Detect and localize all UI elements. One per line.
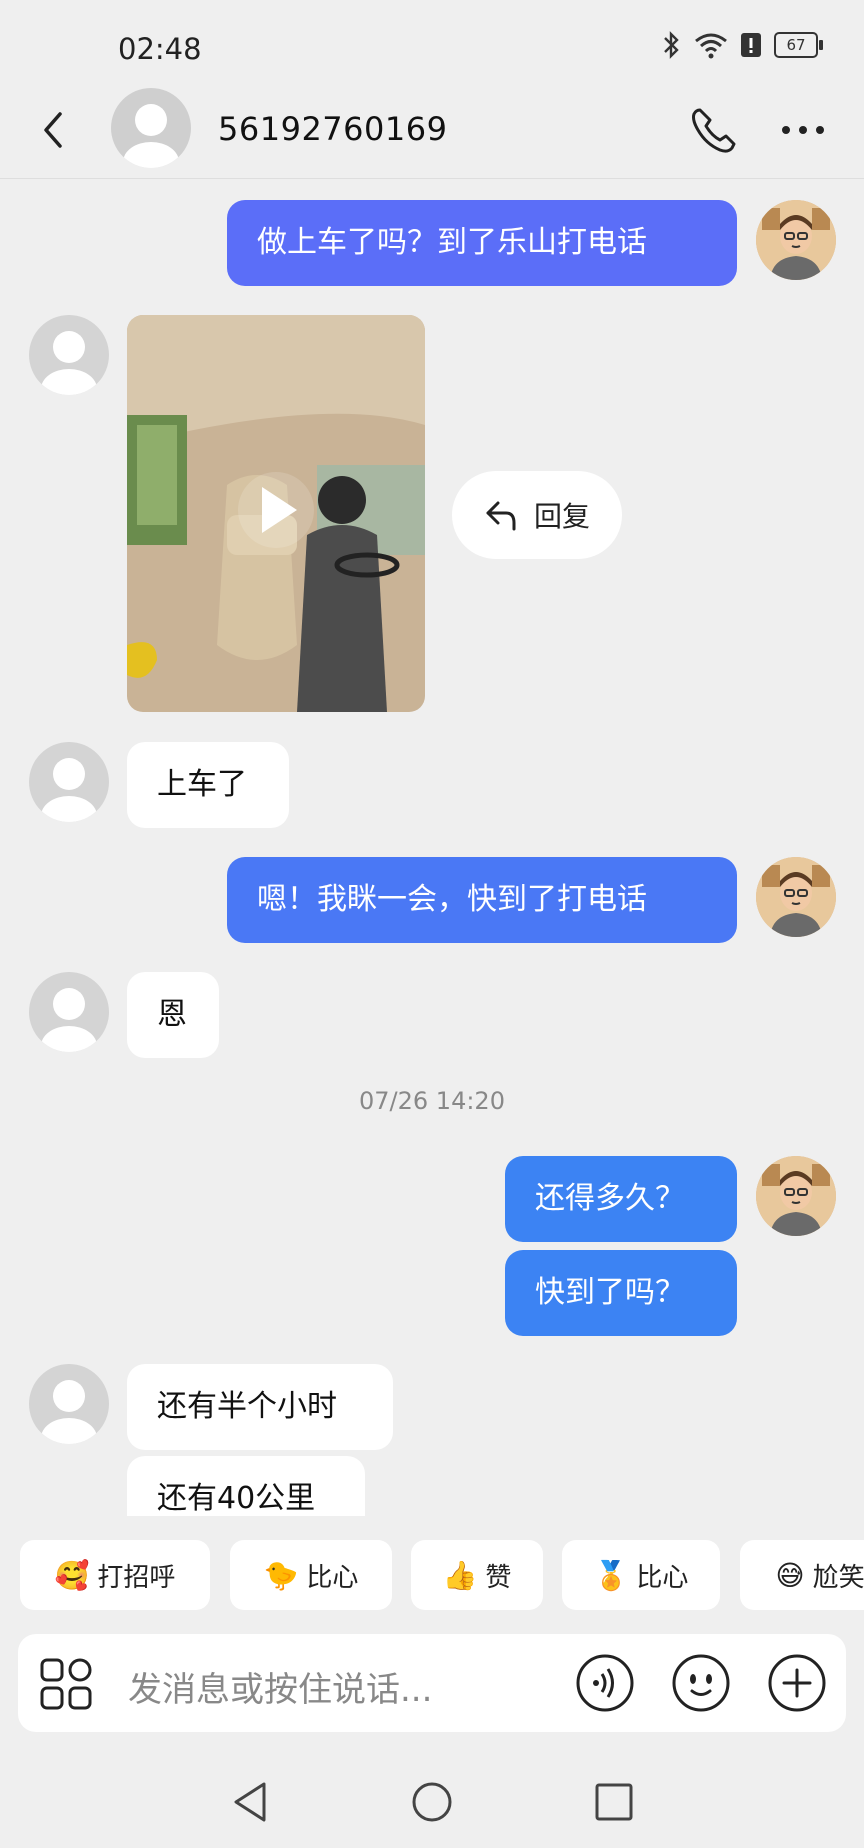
medal-icon: 🏅 [593, 1558, 629, 1592]
message-bubble-outgoing[interactable]: 还得多久？ [505, 1156, 737, 1242]
quick-reply-chip[interactable]: 😅 尬笑 [740, 1540, 864, 1610]
chip-label: 比心 [636, 1562, 689, 1593]
apps-button[interactable] [38, 1656, 94, 1712]
hug-emoji-icon: 🥰 [54, 1558, 90, 1592]
chat-header: 56192760169 [0, 82, 864, 178]
wifi-icon [695, 33, 727, 59]
nav-back-button[interactable] [222, 1772, 282, 1832]
contact-avatar-message[interactable] [29, 972, 109, 1052]
awkward-smile-icon: 😅 [775, 1558, 805, 1592]
chip-label: 赞 [485, 1562, 512, 1593]
chat-timestamp: 07/26 14:20 [359, 1087, 505, 1115]
header-divider [0, 178, 864, 179]
circle-home-icon [412, 1782, 452, 1822]
message-bubble-incoming[interactable]: 还有半个小时 [127, 1364, 393, 1450]
cartoon-avatar-icon [756, 200, 836, 280]
message-bubble-outgoing[interactable]: 快到了吗？ [505, 1250, 737, 1336]
my-avatar[interactable] [756, 200, 836, 280]
quick-reply-chip[interactable]: 🐤 比心 [230, 1540, 392, 1610]
alert-icon [741, 33, 761, 57]
cartoon-avatar-icon [756, 1156, 836, 1236]
bluetooth-icon [664, 31, 679, 59]
battery-icon: 67 [774, 32, 823, 58]
person-icon [41, 758, 97, 822]
quick-reply-chip[interactable]: 🥰 打招呼 [20, 1540, 210, 1610]
my-avatar[interactable] [756, 857, 836, 937]
quick-reply-chip[interactable]: 👍 赞 [411, 1540, 543, 1610]
person-icon [41, 988, 97, 1052]
person-icon [123, 104, 179, 168]
message-clip: 还有40公里 [0, 1456, 864, 1516]
apps-grid-icon [40, 1658, 92, 1710]
emoji-button[interactable] [670, 1652, 732, 1714]
plus-circle-icon [768, 1654, 826, 1712]
contact-avatar-message[interactable] [29, 742, 109, 822]
voice-wave-icon [576, 1654, 634, 1712]
more-button[interactable] [772, 102, 834, 158]
message-input[interactable]: 发消息或按住说话... [128, 1662, 432, 1711]
video-message[interactable] [127, 315, 425, 712]
system-nav-bar [0, 1760, 864, 1848]
contact-name: 56192760169 [218, 110, 448, 148]
message-bubble-incoming[interactable]: 恩 [127, 972, 219, 1058]
message-input-bar: 发消息或按住说话... [18, 1634, 846, 1732]
quick-reply-bar: 🥰 打招呼 🐤 比心 👍 赞 🏅 比心 😅 尬笑 [0, 1540, 864, 1612]
contact-avatar-message[interactable] [29, 315, 109, 395]
square-recents-icon [595, 1783, 633, 1821]
chip-label: 尬笑 [812, 1562, 864, 1593]
call-button[interactable] [684, 102, 744, 158]
plus-button[interactable] [766, 1652, 828, 1714]
thumbs-up-icon: 👍 [442, 1558, 478, 1592]
status-time: 02:48 [118, 32, 202, 66]
back-button[interactable] [30, 102, 78, 158]
contact-avatar[interactable] [111, 88, 191, 168]
message-bubble-outgoing[interactable]: 嗯！我眯一会，快到了打电话 [227, 857, 737, 943]
chevron-left-icon [44, 112, 62, 148]
person-icon [41, 331, 97, 395]
triangle-back-icon [234, 1782, 266, 1822]
cartoon-avatar-icon [756, 857, 836, 937]
reply-label: 回复 [533, 500, 590, 533]
status-icons: 67 [662, 30, 823, 60]
phone-icon [692, 108, 736, 153]
smiley-icon [672, 1654, 730, 1712]
person-icon [41, 1380, 97, 1444]
voice-button[interactable] [574, 1652, 636, 1714]
message-bubble-incoming[interactable]: 上车了 [127, 742, 289, 828]
contact-avatar-message[interactable] [29, 1364, 109, 1444]
message-bubble-outgoing[interactable]: 做上车了吗？到了乐山打电话 [227, 200, 737, 286]
video-thumbnail [127, 315, 425, 712]
message-bubble-incoming[interactable]: 还有40公里 [127, 1456, 365, 1516]
nav-home-button[interactable] [402, 1772, 462, 1832]
chip-label: 打招呼 [97, 1562, 176, 1593]
quick-reply-chip[interactable]: 🏅 比心 [562, 1540, 720, 1610]
my-avatar[interactable] [756, 1156, 836, 1236]
chick-emoji-icon: 🐤 [263, 1558, 299, 1592]
chip-label: 比心 [306, 1562, 359, 1593]
reply-arrow-icon [486, 501, 516, 531]
more-dots-icon [782, 126, 824, 134]
reply-button[interactable]: 回复 [452, 471, 622, 559]
nav-recents-button[interactable] [584, 1772, 644, 1832]
